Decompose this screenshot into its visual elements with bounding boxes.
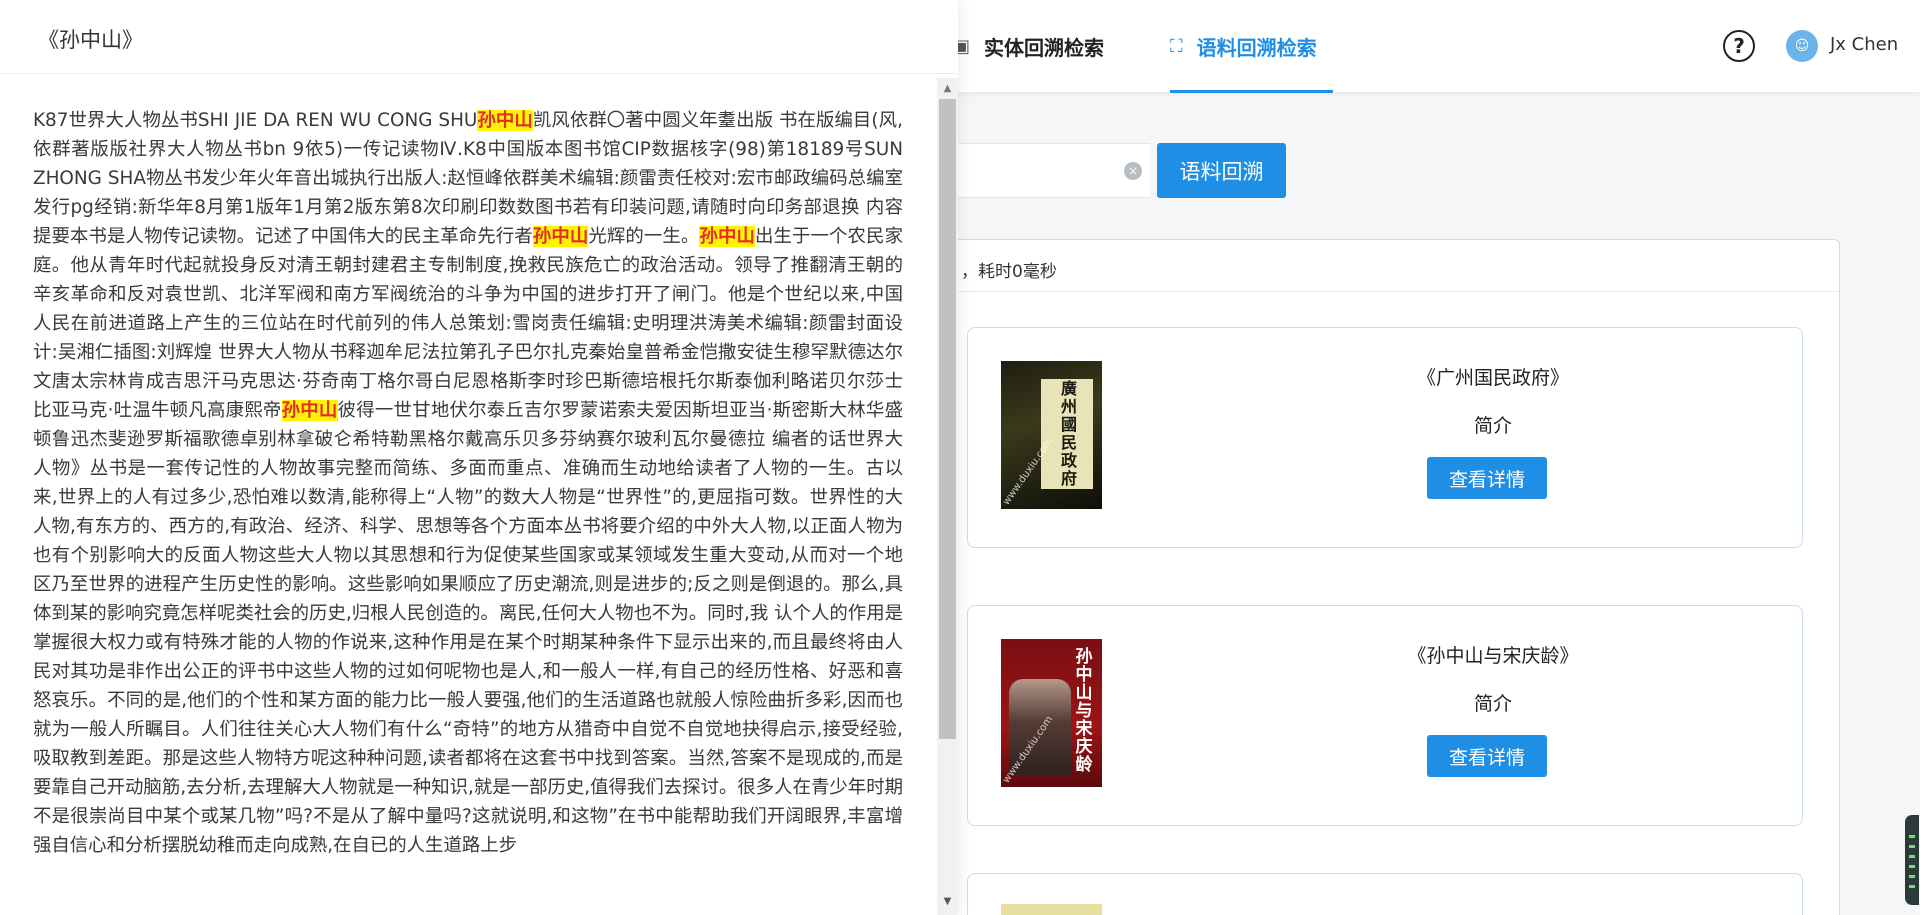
cover-title: 孙中山与宋庆龄	[1071, 647, 1092, 773]
book-card: 廣州國民政府 www.duxiu.com 《广州国民政府》 简介 查看详情	[967, 327, 1803, 548]
scroll-down-icon[interactable]: ▼	[939, 893, 956, 909]
tab-entity-search[interactable]: ▣ 实体回溯检索	[953, 28, 1104, 64]
book-intro-label: 简介	[1473, 415, 1512, 437]
results-status: ，耗时0毫秒	[961, 262, 1057, 282]
highlighted-keyword: 孙中山	[699, 226, 755, 247]
tab-corpus-search[interactable]: ⛶ 语料回溯检索	[1170, 28, 1317, 64]
search-input[interactable]	[940, 143, 1150, 198]
book-cover[interactable]	[1001, 904, 1102, 915]
avatar[interactable]: ☺	[1786, 30, 1818, 62]
scroll-up-icon[interactable]: ▲	[939, 80, 956, 96]
corpus-trace-button[interactable]: 语料回溯	[1157, 143, 1286, 198]
view-details-button[interactable]: 查看详情	[1427, 457, 1547, 499]
book-cover[interactable]: 廣州國民政府 www.duxiu.com	[1001, 361, 1102, 509]
help-icon[interactable]: ?	[1723, 30, 1755, 62]
text-segment: 彼得一世甘地伏尔泰丘吉尔罗蒙诺索夫爱因斯坦亚当·斯密斯大林华盛顿鲁迅杰斐逊罗斯福…	[33, 400, 903, 856]
book-title: 《孙中山与宋庆龄》	[1407, 645, 1579, 667]
tab-entity-label: 实体回溯检索	[984, 35, 1105, 60]
book-title: 《广州国民政府》	[1416, 367, 1569, 389]
view-details-button[interactable]: 查看详情	[1427, 735, 1547, 777]
drawer-title: 《孙中山》	[38, 28, 143, 52]
highlighted-keyword: 孙中山	[477, 110, 533, 131]
book-intro-label: 简介	[1473, 693, 1512, 715]
book-card	[967, 873, 1803, 915]
highlighted-keyword: 孙中山	[532, 226, 589, 247]
book-card: 孙中山与宋庆龄 www.duxiu.com 《孙中山与宋庆龄》 简介 查看详情	[967, 605, 1803, 826]
clear-icon[interactable]: ×	[1124, 162, 1142, 180]
text-segment: K87世界大人物丛书SHI JIE DA REN WU CONG SHU	[33, 110, 478, 131]
drawer-header: 《孙中山》	[0, 0, 958, 74]
username[interactable]: Jx Chen	[1830, 34, 1898, 55]
results-header: ，耗时0毫秒	[941, 240, 1839, 292]
text-segment: 光辉的一生。	[588, 226, 700, 247]
highlighted-keyword: 孙中山	[281, 400, 338, 421]
corpus-search-icon: ⛶	[1170, 35, 1183, 57]
text-segment: 出生于一个农民家庭。他从青年时代起就投身反对清王朝封建君主专制制度,挽救民族危亡…	[33, 226, 903, 421]
active-tab-indicator	[1170, 90, 1333, 93]
tab-corpus-label: 语料回溯检索	[1196, 35, 1317, 60]
scrollbar-thumb[interactable]	[939, 99, 956, 739]
document-text: K87世界大人物丛书SHI JIE DA REN WU CONG SHU孙中山凯…	[33, 106, 903, 915]
book-cover[interactable]: 孙中山与宋庆龄 www.duxiu.com	[1001, 639, 1102, 787]
side-widget	[1905, 815, 1919, 905]
document-drawer: 《孙中山》 K87世界大人物丛书SHI JIE DA REN WU CONG S…	[0, 0, 958, 915]
